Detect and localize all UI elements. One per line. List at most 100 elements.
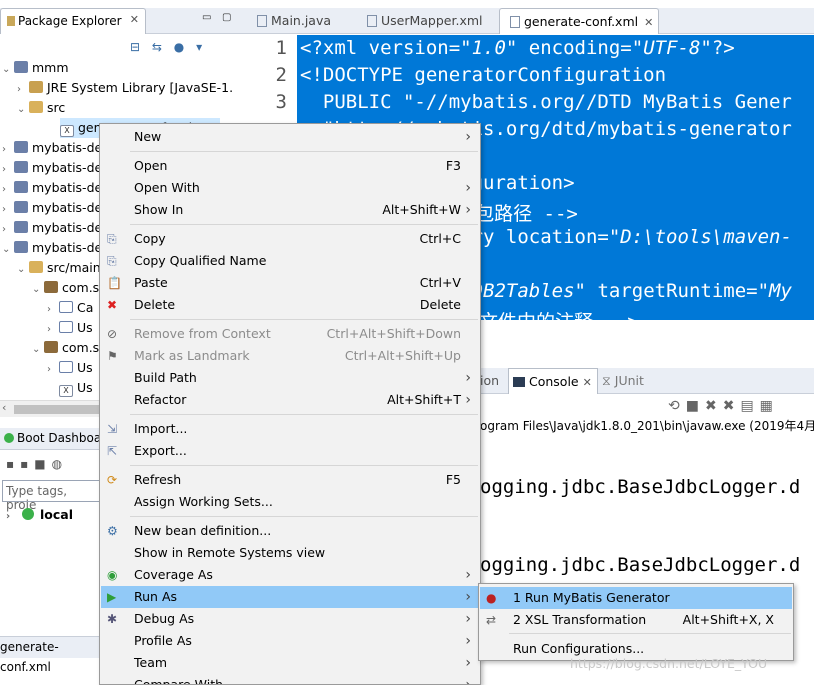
expand-chevron-icon[interactable]: › [6, 511, 18, 522]
menu-item-assign-working-sets[interactable]: Assign Working Sets... [101, 491, 479, 513]
submenu-arrow-icon: › [465, 129, 471, 145]
menu-item-copy[interactable]: ⎘ Copy Ctrl+C [101, 228, 479, 250]
close-icon[interactable]: ✕ [644, 16, 653, 29]
menu-item-coverage-as[interactable]: ◉ Coverage As › [101, 564, 479, 586]
collapse-all-icon[interactable]: ⊟ [130, 40, 140, 54]
close-icon[interactable]: ✕ [130, 13, 139, 26]
menu-item-paste[interactable]: 📋 Paste Ctrl+V [101, 272, 479, 294]
tag-filter-input[interactable]: Type tags, proje [2, 480, 102, 512]
remove-launch-icon[interactable]: ✖ [705, 398, 723, 414]
tree-item[interactable]: X Us [47, 378, 93, 398]
menu-item-refactor[interactable]: Refactor Alt+Shift+T › [101, 389, 479, 411]
junit-tab-label: JUnit [614, 373, 644, 388]
collapse-chevron-icon[interactable]: ⌄ [2, 240, 14, 260]
tab-generate-conf-xml[interactable]: generate-conf.xml ✕ [499, 8, 659, 34]
scrollbar-thumb[interactable] [14, 405, 104, 414]
submenu-item-2-xsl-transformation[interactable]: ⇄ 2 XSL Transformation Alt+Shift+X, X [480, 609, 792, 631]
menu-item-shortcut: Alt+Shift+T [387, 392, 461, 407]
tab-console[interactable]: Console ✕ [508, 368, 598, 394]
menu-item-team[interactable]: Team › [101, 652, 479, 674]
expand-chevron-icon[interactable]: › [47, 300, 59, 320]
tree-item[interactable]: › mybatis-de [2, 218, 102, 238]
expand-chevron-icon[interactable]: › [2, 220, 14, 240]
tree-item[interactable]: ⌄ src [17, 98, 65, 118]
menu-item-open[interactable]: Open F3 [101, 155, 479, 177]
local-target[interactable]: › local [6, 507, 73, 522]
tree-item[interactable]: › mybatis-de [2, 158, 102, 178]
watermark: https://blog.csdn.net/LOYE_YOU [570, 656, 768, 671]
expand-chevron-icon[interactable]: › [47, 320, 59, 340]
start-icon[interactable]: ▪ [6, 457, 20, 471]
scroll-left-icon[interactable]: ‹ [2, 401, 6, 414]
menu-item-copy-qualified-name[interactable]: ⎘ Copy Qualified Name [101, 250, 479, 272]
view-menu-icon[interactable]: ▾ [196, 40, 202, 54]
tree-item[interactable]: › mybatis-de [2, 138, 102, 158]
expand-chevron-icon[interactable]: › [2, 180, 14, 200]
expand-chevron-icon[interactable]: › [2, 160, 14, 180]
tree-item[interactable]: › mybatis-de [2, 178, 102, 198]
tree-item[interactable]: › Us [47, 358, 93, 378]
tree-item[interactable]: ⌄ mybatis-de [2, 238, 102, 258]
junit-icon: ⧖ [602, 373, 611, 388]
collapse-chevron-icon[interactable]: ⌄ [17, 260, 29, 280]
terminate-icon[interactable]: ⟲ [668, 398, 686, 414]
menu-item-new[interactable]: New › [101, 126, 479, 148]
stop-icon[interactable]: ■ [34, 457, 51, 471]
menu-item-mark-as-landmark[interactable]: ⚑ Mark as Landmark Ctrl+Alt+Shift+Up [101, 345, 479, 367]
tree-item[interactable]: › Ca [47, 298, 93, 318]
menu-item-profile-as[interactable]: Profile As › [101, 630, 479, 652]
code-line: <!DOCTYPE generatorConfiguration [300, 64, 666, 86]
expand-chevron-icon[interactable]: › [17, 80, 29, 100]
bottom-editor-tab[interactable]: generate-conf.xml [0, 636, 100, 674]
tab-usermapper-xml[interactable]: UserMapper.xml [357, 8, 497, 34]
menu-item-debug-as[interactable]: ✱ Debug As › [101, 608, 479, 630]
menu-item-import[interactable]: ⇲ Import... [101, 418, 479, 440]
menu-item-refresh[interactable]: ⟳ Refresh F5 [101, 469, 479, 491]
expand-chevron-icon[interactable]: › [2, 200, 14, 220]
tree-item[interactable]: ⌄ com.s [32, 278, 99, 298]
collapse-chevron-icon[interactable]: ⌄ [2, 60, 14, 80]
scroll-lock-icon[interactable]: ▦ [760, 398, 779, 414]
menu-item-delete[interactable]: ✖ Delete Delete [101, 294, 479, 316]
expand-chevron-icon[interactable]: › [47, 360, 59, 380]
tree-item[interactable]: ⌄ mmm [2, 58, 69, 78]
tree-item[interactable]: › JRE System Library [JavaSE-1. [17, 78, 233, 98]
menu-item-show-in[interactable]: Show In Alt+Shift+W › [101, 199, 479, 221]
partial-tab-label[interactable]: ion [480, 373, 499, 388]
tab-main-java[interactable]: Main.java [247, 8, 357, 34]
tree-item[interactable]: › Us [47, 318, 93, 338]
submenu-item-1-run-mybatis-generator[interactable]: ● 1 Run MyBatis Generator [480, 587, 792, 609]
collapse-chevron-icon[interactable]: ⌄ [17, 100, 29, 120]
menu-item-run-as[interactable]: ▶ Run As › [101, 586, 479, 608]
minimize-icon[interactable]: ▭ [202, 12, 211, 23]
tree-item[interactable]: ⌄ src/main [17, 258, 101, 278]
menu-item-export[interactable]: ⇱ Export... [101, 440, 479, 462]
stop-icon[interactable]: ■ [686, 398, 705, 414]
focus-icon[interactable]: ● [174, 40, 184, 54]
browser-icon[interactable]: ◍ [52, 457, 68, 471]
menu-item-build-path[interactable]: Build Path › [101, 367, 479, 389]
collapse-chevron-icon[interactable]: ⌄ [32, 340, 44, 360]
menu-item-compare-with[interactable]: Compare With › [101, 674, 479, 684]
menu-item-open-with[interactable]: Open With › [101, 177, 479, 199]
tree-item-label: Ca [77, 300, 94, 315]
collapse-chevron-icon[interactable]: ⌄ [32, 280, 44, 300]
debug-icon[interactable]: ▪ [20, 457, 34, 471]
tree-item[interactable]: ⌄ com.s [32, 338, 99, 358]
maximize-icon[interactable]: ▢ [222, 12, 231, 23]
submenu-arrow-icon: › [465, 611, 471, 627]
tree-item-label: com.s [62, 340, 100, 355]
link-with-editor-icon[interactable]: ⇆ [152, 40, 162, 54]
tree-item[interactable]: › mybatis-de [2, 198, 102, 218]
menu-item-new-bean-definition[interactable]: ⚙ New bean definition... [101, 520, 479, 542]
export-icon: ⇱ [107, 444, 118, 458]
tab-junit[interactable]: ⧖ JUnit [602, 373, 644, 389]
menu-item-remove-from-context[interactable]: ⊘ Remove from Context Ctrl+Alt+Shift+Down [101, 323, 479, 345]
close-icon[interactable]: ✕ [583, 376, 592, 389]
menu-item-show-in-remote-systems-view[interactable]: Show in Remote Systems view [101, 542, 479, 564]
tab-package-explorer[interactable]: Package Explorer ✕ [0, 8, 146, 34]
bottom-tab-label: generate-conf.xml [0, 640, 59, 674]
clear-console-icon[interactable]: ▤ [740, 398, 759, 414]
remove-all-icon[interactable]: ✖ [723, 398, 741, 414]
expand-chevron-icon[interactable]: › [2, 140, 14, 160]
